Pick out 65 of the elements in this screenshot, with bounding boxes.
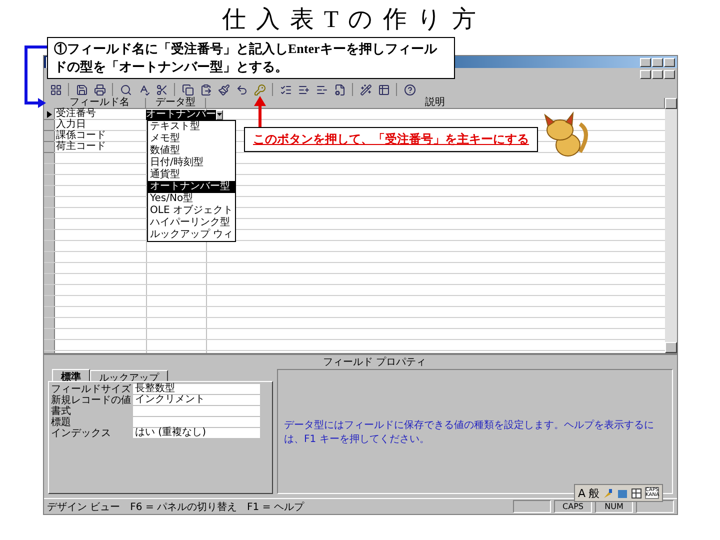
dropdown-item[interactable]: Yes/No型 (148, 193, 236, 205)
row-selector[interactable] (44, 109, 54, 120)
property-field[interactable] (133, 406, 260, 417)
dropdown-item[interactable]: 数値型 (148, 145, 236, 157)
grid-icon (630, 488, 642, 498)
save-button[interactable] (74, 82, 89, 97)
column-header: 説明 (206, 98, 665, 109)
property-name: インデックス (51, 428, 112, 439)
table-button[interactable] (376, 82, 391, 97)
dropdown-item[interactable]: OLE オブジェクト (148, 205, 236, 217)
help-text: データ型にはフィールドに保存できる値の種類を設定します。ヘルプを表示するには、F1 キーを押してください。 (284, 418, 655, 446)
close-button[interactable] (664, 70, 675, 79)
status-text: デザイン ビュー F6 = パネルの切り替え F1 = ヘルプ (47, 500, 306, 514)
help-button[interactable] (402, 82, 417, 97)
brush-icon (602, 488, 614, 498)
property-name: フィールドサイズ (51, 384, 132, 395)
dropdown-item[interactable]: 日付/時刻型 (148, 157, 236, 169)
copy-button[interactable] (180, 82, 195, 97)
column-header: データ型 (146, 98, 206, 109)
property-name: 書式 (51, 406, 72, 417)
close-button[interactable] (664, 58, 675, 66)
table-cell[interactable]: 入力日 (54, 120, 146, 130)
brush-button[interactable] (216, 82, 231, 97)
cat-drawing (544, 111, 588, 156)
preview-button[interactable] (118, 82, 133, 97)
wand-button[interactable] (358, 82, 373, 97)
scroll-down-button[interactable] (665, 342, 677, 353)
property-field[interactable]: インクリメント (133, 395, 260, 406)
pointer-arrow (254, 96, 266, 127)
dropdown-item[interactable]: メモ型 (148, 133, 236, 145)
scrollbar[interactable] (665, 98, 677, 353)
ime-label[interactable]: A (578, 486, 586, 500)
dropdown-item[interactable]: テキスト型 (148, 121, 236, 133)
restore-button[interactable] (652, 58, 663, 66)
table-cell[interactable]: 課係コード (54, 131, 146, 141)
dropdown-item[interactable]: 通貨型 (148, 169, 236, 181)
slide-title: 仕 入 表 T の 作 り 方 (222, 6, 478, 34)
current-row-icon (46, 110, 52, 118)
cut-button[interactable] (154, 82, 169, 97)
section-title: フィールド プロパティ (322, 357, 428, 369)
property-name: 標題 (51, 417, 72, 428)
dropdown-button[interactable] (216, 110, 223, 120)
minimize-button[interactable] (640, 70, 651, 79)
dropdown-item[interactable]: ルックアップ ウィ (148, 229, 236, 241)
scroll-up-button[interactable] (665, 98, 677, 109)
hint-text: このボタンを押して、「受注番号」を主キーにする (253, 131, 529, 148)
property-field[interactable] (133, 417, 260, 428)
ime-label[interactable]: 般 (588, 486, 600, 500)
property-field[interactable]: 長整数型 (133, 384, 260, 395)
property-field[interactable]: はい (重複なし) (133, 428, 260, 439)
caret-icon (217, 113, 222, 116)
table-cell[interactable]: 荷主コード (54, 142, 146, 152)
view-button[interactable] (48, 82, 63, 97)
instruction-note: ①フィールド名に「受注番号」と記入しEnterキーを押しフィールドの型を「オートナンバー型」とする。 (47, 37, 455, 79)
property-name: 新規レコードの値 (51, 395, 132, 406)
table-cell[interactable]: 受注番号 (54, 109, 146, 119)
print-button[interactable] (92, 82, 107, 97)
minimize-button[interactable] (640, 58, 651, 66)
connector-arrow (24, 46, 47, 108)
tab[interactable]: 標準 (52, 369, 90, 381)
restore-button[interactable] (652, 70, 663, 79)
dropdown-item[interactable]: オートナンバー型 (148, 181, 236, 193)
table-cell[interactable]: オートナンバー (146, 110, 216, 120)
dropdown-item[interactable]: ハイパーリンク型 (148, 217, 236, 229)
column-header: フィールド名 (54, 98, 146, 109)
